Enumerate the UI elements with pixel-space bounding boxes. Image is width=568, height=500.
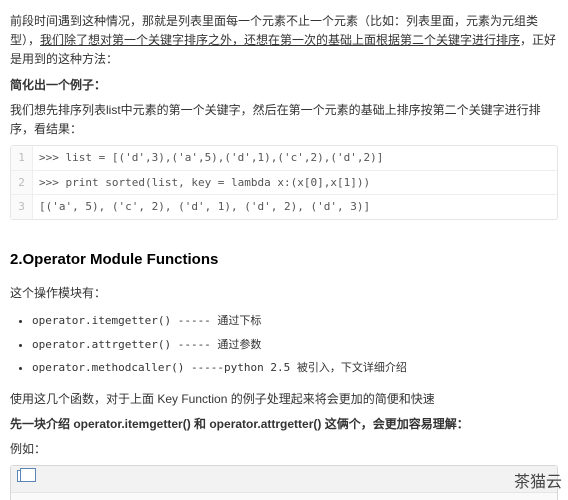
code-line: >>> print sorted(list, key = lambda x:(x…	[33, 171, 557, 195]
code-body: >>> >>> from operator import itemgetter,…	[11, 493, 557, 500]
code-row: 3 [('a', 5), ('c', 2), ('d', 1), ('d', 2…	[11, 195, 557, 219]
code-block-1: 1 >>> list = [('d',3),('a',5),('d',1),('…	[10, 145, 558, 220]
example-label: 例如：	[10, 440, 558, 459]
section-2-lead: 先一块介绍 operator.itemgetter() 和 operator.a…	[10, 415, 558, 434]
code-row: 1 >>> list = [('d',3),('a',5),('d',1),('…	[11, 146, 557, 171]
intro-desc: 我们想先排序列表list中元素的第一个关键字，然后在第一个元素的基础上排序按第二…	[10, 101, 558, 139]
watermark: 茶猫云	[514, 470, 562, 496]
operator-list: operator.itemgetter() ----- 通过下标 operato…	[32, 309, 558, 380]
section-2-title: 2.Operator Module Functions	[10, 248, 558, 272]
section-2-usage: 使用这几个函数，对于上面 Key Function 的例子处理起来将会更加的简便…	[10, 390, 558, 409]
section-2-intro: 这个操作模块有：	[10, 284, 558, 303]
intro-paragraph: 前段时间遇到这种情况，那就是列表里面每一个元素不止一个元素（比如：列表里面，元素…	[10, 12, 558, 70]
code-line: >>> list = [('d',3),('a',5),('d',1),('c'…	[33, 146, 557, 170]
line-number: 2	[11, 171, 33, 195]
code-row: 2 >>> print sorted(list, key = lambda x:…	[11, 171, 557, 196]
copy-icon[interactable]	[17, 470, 31, 482]
list-item: operator.itemgetter() ----- 通过下标	[32, 309, 558, 333]
intro-text-underline: 我们除了想对第一个关键字排序之外，还想在第一次的基础上面根据第二个关键字进行排序	[40, 33, 520, 47]
line-number: 3	[11, 195, 33, 219]
code-toolbar-top	[11, 466, 557, 493]
code-block-2: >>> >>> from operator import itemgetter,…	[10, 465, 558, 500]
simplified-heading: 简化出一个例子：	[10, 76, 558, 95]
list-item: operator.attrgetter() ----- 通过参数	[32, 333, 558, 357]
list-item: operator.methodcaller() -----python 2.5 …	[32, 356, 558, 380]
code-line: [('a', 5), ('c', 2), ('d', 1), ('d', 2),…	[33, 195, 557, 219]
line-number: 1	[11, 146, 33, 170]
